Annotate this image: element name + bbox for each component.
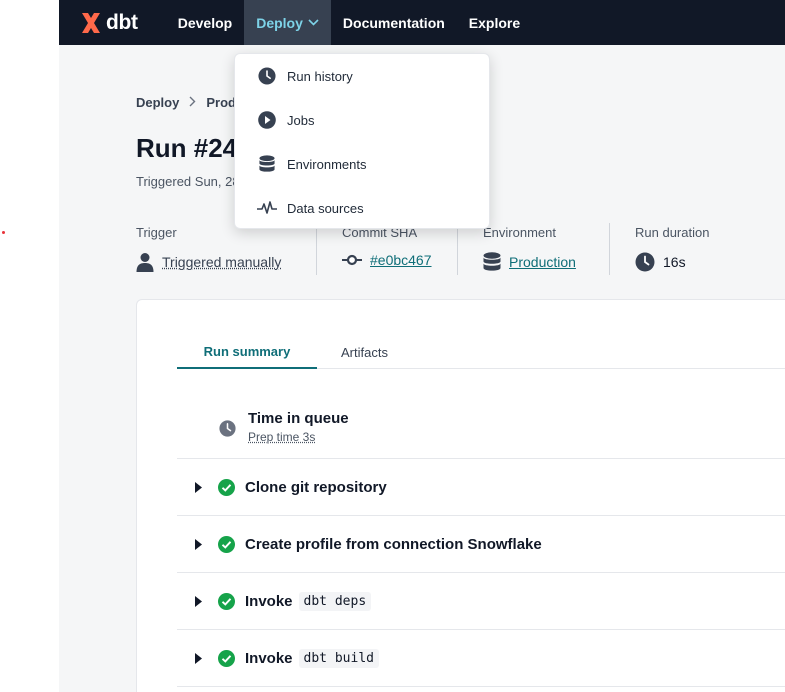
run-tabs: Run summary Artifacts [177,336,785,369]
meta-divider [457,223,458,275]
queue-prep-time: Prep time 3s [248,430,316,444]
brand-name: dbt [106,10,138,34]
menu-item-data-sources[interactable]: Data sources [235,186,489,230]
check-circle-icon [218,649,235,667]
menu-item-label: Jobs [287,112,315,128]
step-label-text: Invoke [245,592,293,610]
step-label: Invoke dbt deps [245,591,372,611]
environment-label: Environment [483,225,556,240]
nav-explore-label: Explore [468,14,521,31]
step-label-text: Create profile from connection Snowflake [245,535,542,553]
queue-title: Time in queue [248,410,349,427]
step-label-text: Invoke [245,649,293,667]
check-circle-icon [218,478,235,496]
step-row[interactable]: Invoke dbt build [177,629,785,686]
caret-right-icon[interactable] [195,595,202,607]
tab-artifacts-label: Artifacts [341,345,388,360]
step-label: Create profile from connection Snowflake [245,536,542,553]
step-row[interactable]: Invoke dbt deps [177,572,785,629]
caret-right-icon[interactable] [195,652,202,664]
clock-icon [635,252,655,272]
time-in-queue: Time in queue Prep time 3s [219,410,349,444]
app-window: dbt Develop Deploy Documentation Explore… [0,0,785,692]
step-label-text: Clone git repository [245,478,387,496]
dbt-logo[interactable]: dbt [79,11,138,35]
deploy-dropdown-menu: Run history Jobs Environments Data sourc… [234,53,490,229]
step-row-divider [177,686,785,692]
chevron-right-icon [189,95,196,110]
duration-label: Run duration [635,225,710,240]
pulse-icon [257,201,277,215]
tab-run-summary[interactable]: Run summary [177,336,317,369]
meta-duration: Run duration 16s [635,225,709,272]
play-icon [257,111,277,129]
nav-explore[interactable]: Explore [457,0,532,45]
check-circle-icon [218,535,235,553]
duration-value: 16s [663,254,686,270]
check-circle-icon [218,592,235,610]
environment-link[interactable]: Production [509,254,576,270]
commit-sha-link[interactable]: #e0bc467 [370,252,432,268]
nav-deploy[interactable]: Deploy [244,0,331,45]
menu-item-environments[interactable]: Environments [235,142,489,186]
step-row[interactable]: Clone git repository [177,458,785,515]
menu-item-label: Environments [287,156,367,172]
trigger-value: Triggered manually [162,254,282,270]
step-row[interactable]: Create profile from connection Snowflake [177,515,785,572]
step-command: dbt build [298,648,379,668]
breadcrumb-prod[interactable]: Prod [206,95,236,110]
nav-deploy-label: Deploy [256,14,303,31]
menu-item-run-history[interactable]: Run history [235,54,489,98]
step-label: Clone git repository [245,479,387,496]
menu-item-label: Run history [287,68,353,84]
database-icon [257,155,277,173]
meta-commit: Commit SHA #e0bc467 [342,225,432,268]
clock-icon [257,67,277,85]
dbt-logo-icon [82,12,100,33]
marker-dot [2,231,5,234]
nav-documentation-label: Documentation [342,14,445,31]
breadcrumb-deploy[interactable]: Deploy [136,95,179,110]
nav-documentation[interactable]: Documentation [331,0,457,45]
top-nav: dbt Develop Deploy Documentation Explore [59,0,785,45]
user-icon [136,252,154,272]
caret-right-icon[interactable] [195,538,202,550]
meta-environment: Environment Production [483,225,576,272]
meta-divider [609,223,610,275]
nav-develop[interactable]: Develop [166,0,244,45]
meta-divider [316,223,317,275]
page-subtitle: Triggered Sun, 28 [136,174,240,189]
chevron-down-icon [308,19,319,26]
tab-run-summary-label: Run summary [203,344,291,359]
caret-right-icon[interactable] [195,481,202,493]
nav-develop-label: Develop [177,14,233,31]
menu-item-jobs[interactable]: Jobs [235,98,489,142]
clock-icon [219,420,236,437]
tab-artifacts[interactable]: Artifacts [317,336,412,369]
meta-trigger: Trigger Triggered manually [136,225,281,272]
menu-item-label: Data sources [287,200,364,216]
page-title: Run #24 [136,133,238,163]
step-command: dbt deps [298,591,372,611]
database-icon [483,252,501,272]
git-commit-icon [342,254,362,266]
step-label: Invoke dbt build [245,648,379,668]
breadcrumb: Deploy Prod [136,95,236,110]
